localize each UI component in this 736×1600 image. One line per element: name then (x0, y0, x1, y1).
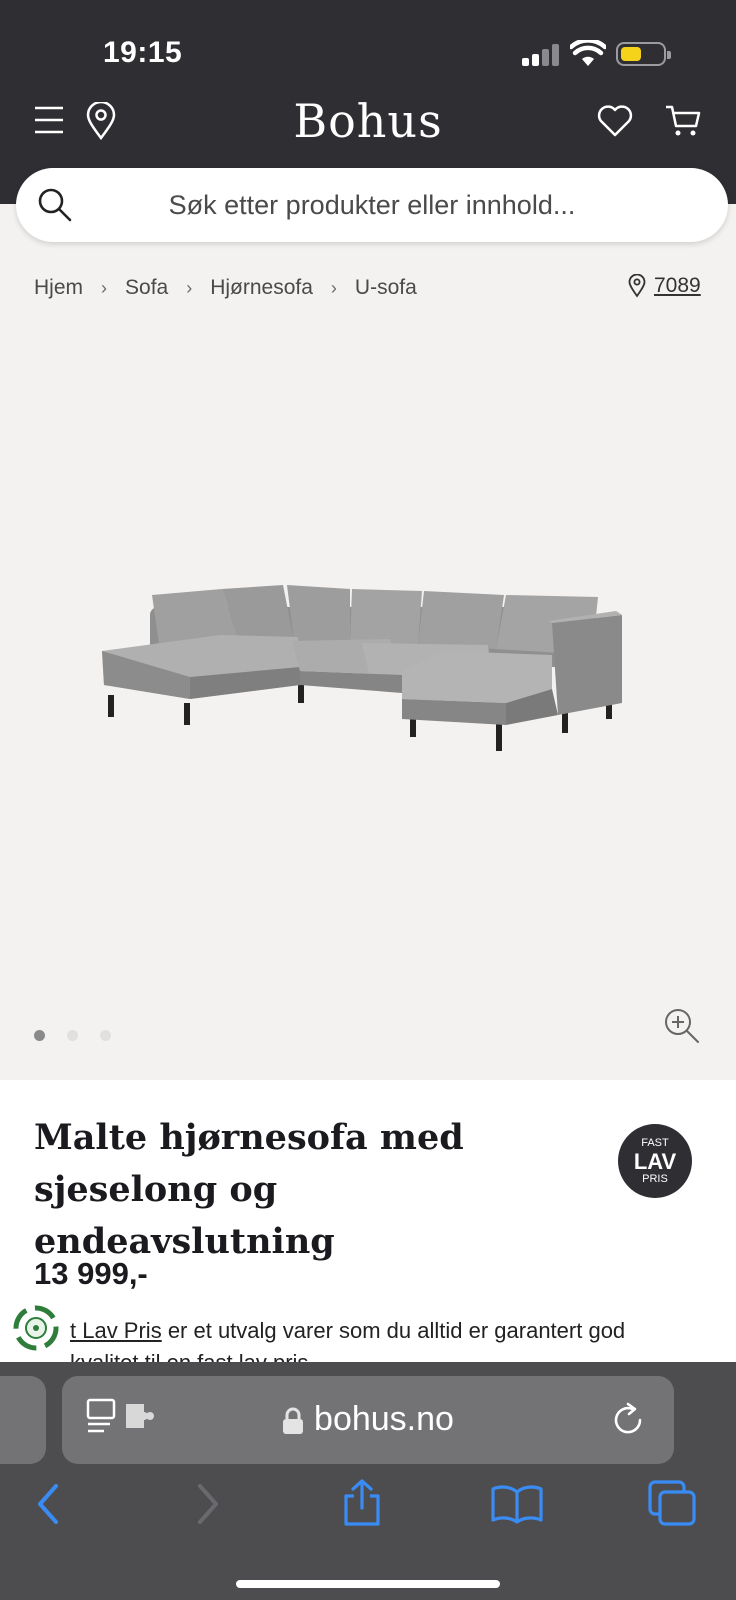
store-selector[interactable]: 7089 (628, 274, 701, 298)
store-number[interactable]: 7089 (654, 274, 701, 298)
reload-icon[interactable] (610, 1402, 646, 1438)
badge-line-1: FAST (641, 1137, 669, 1149)
back-icon[interactable] (34, 1484, 62, 1524)
gallery-dot[interactable] (34, 1030, 45, 1041)
chevron-right-icon: › (330, 277, 337, 298)
gallery-dot[interactable] (100, 1030, 111, 1041)
fast-lav-pris-description: t Lav Pris er et utvalg varer som du all… (70, 1318, 625, 1344)
gallery-pagination[interactable] (34, 1030, 111, 1041)
product-image-sofa[interactable] (100, 585, 636, 775)
previous-tab-preview[interactable] (0, 1376, 46, 1464)
product-title: Malte hjørnesofa med sjeselong og endeav… (34, 1117, 464, 1262)
lock-icon (283, 1407, 304, 1435)
fast-lav-pris-badge: FAST LAV PRIS (618, 1124, 692, 1198)
description-text: er et utvalg varer som du alltid er gara… (161, 1318, 626, 1343)
bookmarks-icon[interactable] (490, 1484, 544, 1524)
url-text: bohus.no (314, 1400, 454, 1438)
breadcrumb-item-hjornesofa[interactable]: Hjørnesofa (210, 276, 313, 300)
zoom-in-icon[interactable] (664, 1008, 700, 1044)
cellular-signal-icon (522, 44, 560, 66)
share-icon[interactable] (340, 1478, 384, 1528)
home-indicator[interactable] (236, 1580, 500, 1588)
chevron-right-icon: › (101, 277, 108, 298)
badge-line-2: LAV (633, 1149, 677, 1174)
heart-icon[interactable] (596, 104, 634, 138)
gallery-dot[interactable] (67, 1030, 78, 1041)
address-bar[interactable]: bohus.no (62, 1376, 674, 1464)
status-time: 19:15 (103, 36, 183, 69)
breadcrumb-item-u-sofa[interactable]: U-sofa (355, 276, 417, 300)
breadcrumb: Hjem › Sofa › Hjørnesofa › U-sofa (34, 276, 417, 300)
wifi-icon (570, 40, 606, 66)
location-pin-icon (628, 274, 646, 298)
product-price: 13 999,- (34, 1256, 148, 1291)
sustainability-icon[interactable] (12, 1304, 60, 1352)
search-input[interactable]: Søk etter produkter eller innhold... (16, 190, 728, 221)
status-bar: 19:15 (0, 0, 736, 100)
chevron-right-icon: › (186, 277, 193, 298)
fast-lav-pris-link[interactable]: t Lav Pris (70, 1318, 162, 1343)
breadcrumb-item-hjem[interactable]: Hjem (34, 276, 83, 300)
breadcrumb-item-sofa[interactable]: Sofa (125, 276, 168, 300)
badge-line-3: PRIS (642, 1173, 668, 1185)
forward-icon[interactable] (194, 1484, 222, 1524)
cart-icon[interactable] (664, 104, 702, 138)
tabs-icon[interactable] (648, 1480, 698, 1528)
search-bar[interactable]: Søk etter produkter eller innhold... (16, 168, 728, 242)
battery-icon (616, 42, 671, 66)
url-display[interactable]: bohus.no (62, 1400, 674, 1439)
